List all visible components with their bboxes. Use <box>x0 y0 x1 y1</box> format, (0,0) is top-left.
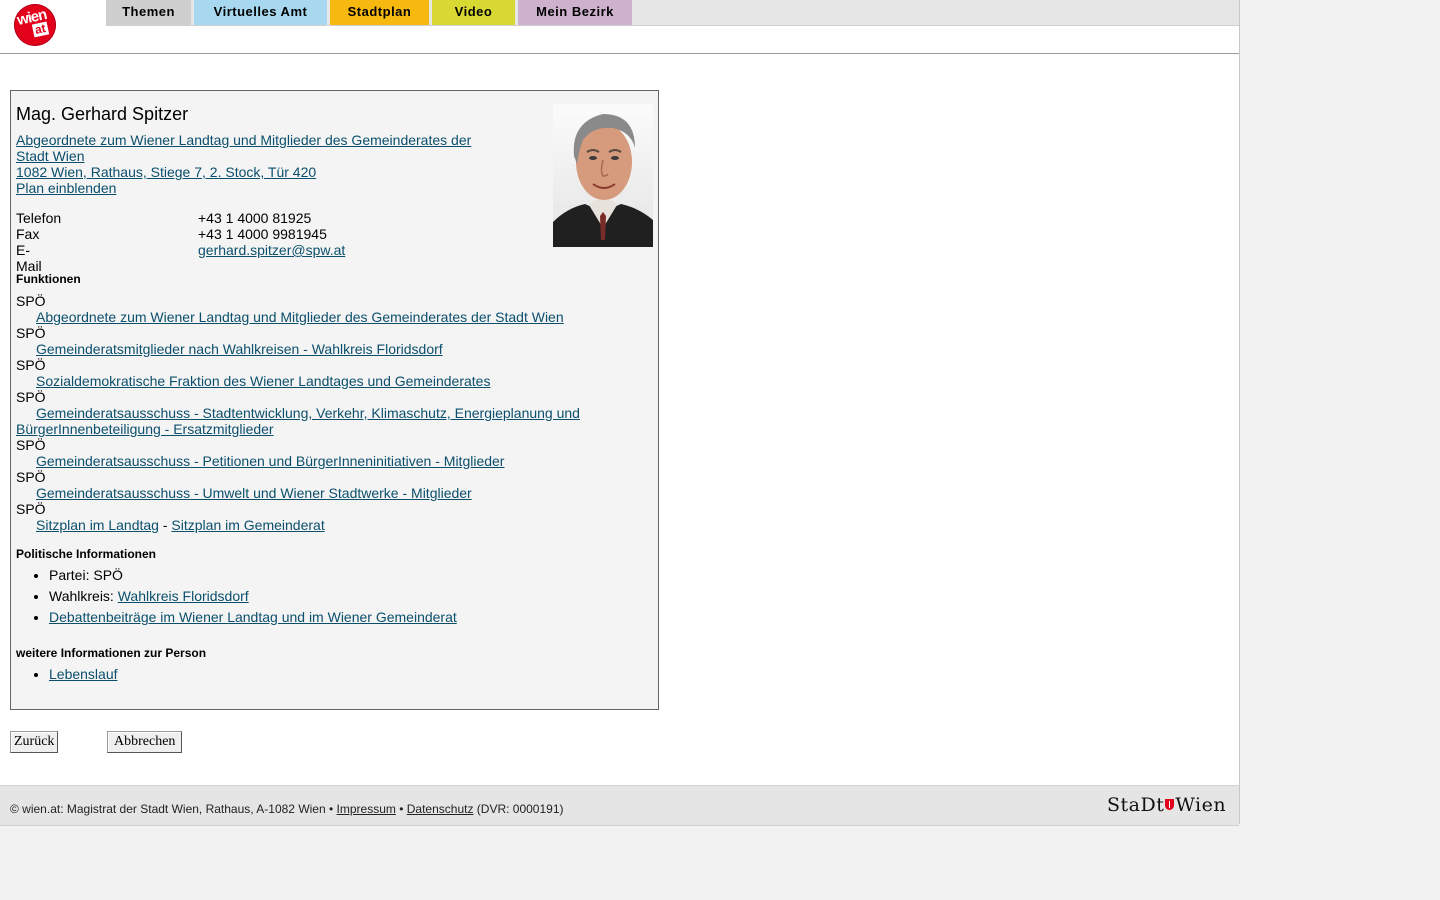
section-heading-politische-informationen: Politische Informationen <box>16 547 157 561</box>
wien-at-logo[interactable]: wien at <box>14 4 56 46</box>
list-item-lebenslauf: Lebenslauf <box>49 666 118 682</box>
person-photo <box>553 104 653 247</box>
function-party: SPÖ <box>16 357 46 373</box>
function-link[interactable]: Gemeinderatsausschuss - Stadtentwicklung… <box>16 405 580 437</box>
nav-tab-stadtplan[interactable]: Stadtplan <box>330 0 429 25</box>
function-party: SPÖ <box>16 389 46 405</box>
datenschutz-link[interactable]: Datenschutz <box>407 802 474 816</box>
link-separator: - <box>158 517 172 533</box>
organization-link[interactable]: Abgeordnete zum Wiener Landtag und Mitgl… <box>16 132 471 164</box>
nav-tab-virtuelles-amt[interactable]: Virtuelles Amt <box>194 0 327 25</box>
function-party: SPÖ <box>16 293 46 309</box>
stadt-wien-logo[interactable]: StaDt Wien <box>1107 794 1226 816</box>
function-party: SPÖ <box>16 437 46 453</box>
seating-plan-gemeinderat-link[interactable]: Sitzplan im Gemeinderat <box>171 517 324 533</box>
list-item-partei: Partei: SPÖ <box>49 567 457 583</box>
list-item-wahlkreis: Wahlkreis: Wahlkreis Floridsdorf <box>49 588 457 604</box>
header: wien at Themen Virtuelles Amt Stadtplan … <box>0 0 1239 54</box>
back-button[interactable]: Zurück <box>10 731 59 753</box>
seating-plan-landtag-link[interactable]: Sitzplan im Landtag <box>36 517 159 533</box>
function-party: SPÖ <box>16 501 46 517</box>
further-info-list: Lebenslauf <box>16 666 118 687</box>
impressum-link[interactable]: Impressum <box>337 802 396 816</box>
debates-link[interactable]: Debattenbeiträge im Wiener Landtag und i… <box>49 609 457 625</box>
section-heading-weitere-informationen: weitere Informationen zur Person <box>16 646 207 660</box>
show-map-link[interactable]: Plan einblenden <box>16 180 116 196</box>
nav-tab-video[interactable]: Video <box>432 0 515 25</box>
main-navigation: Themen Virtuelles Amt Stadtplan Video Me… <box>106 0 1239 26</box>
person-name: Mag. Gerhard Spitzer <box>16 104 189 124</box>
cancel-button[interactable]: Abbrechen <box>107 731 183 753</box>
function-link[interactable]: Sozialdemokratische Fraktion des Wiener … <box>36 373 490 389</box>
address-link[interactable]: 1082 Wien, Rathaus, Stiege 7, 2. Stock, … <box>16 164 316 180</box>
vienna-shield-icon <box>1165 799 1175 810</box>
function-party: SPÖ <box>16 325 46 341</box>
function-link[interactable]: Gemeinderatsausschuss - Umwelt und Wiene… <box>36 485 472 501</box>
page: wien at Themen Virtuelles Amt Stadtplan … <box>0 0 1240 826</box>
nav-tab-mein-bezirk[interactable]: Mein Bezirk <box>518 0 632 25</box>
nav-tab-themen[interactable]: Themen <box>106 0 191 25</box>
person-detail-panel: Mag. Gerhard Spitzer Abgeordnete zum Wie… <box>10 90 659 710</box>
function-link[interactable]: Gemeinderatsausschuss - Petitionen und B… <box>36 453 504 469</box>
function-link[interactable]: Gemeinderatsmitglieder nach Wahlkreisen … <box>36 341 443 357</box>
wahlkreis-link[interactable]: Wahlkreis Floridsdorf <box>118 588 249 604</box>
function-link[interactable]: Abgeordnete zum Wiener Landtag und Mitgl… <box>36 309 564 325</box>
email-link[interactable]: gerhard.spitzer@spw.at <box>198 242 345 258</box>
cv-link[interactable]: Lebenslauf <box>49 666 118 682</box>
list-item-debatten: Debattenbeiträge im Wiener Landtag und i… <box>49 609 457 625</box>
function-party: SPÖ <box>16 469 46 485</box>
footer-text: © wien.at: Magistrat der Stadt Wien, Rat… <box>10 802 564 816</box>
section-heading-funktionen: Funktionen <box>16 272 81 286</box>
political-info-list: Partei: SPÖ Wahlkreis: Wahlkreis Florids… <box>16 567 457 630</box>
footer: © wien.at: Magistrat der Stadt Wien, Rat… <box>0 785 1239 826</box>
